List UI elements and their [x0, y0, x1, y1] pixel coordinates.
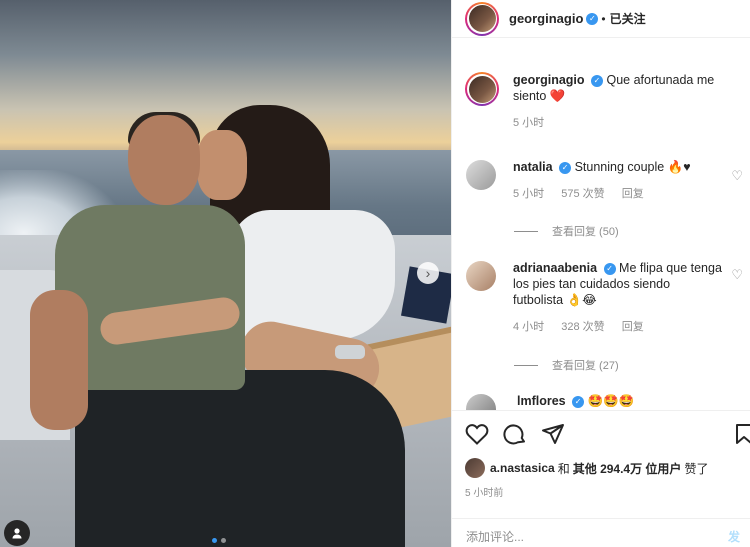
- add-comment-input[interactable]: 添加评论...: [466, 528, 524, 545]
- comment-text: 🤩🤩🤩: [587, 394, 635, 408]
- caption-meta: 5 小时: [513, 114, 723, 130]
- add-comment-bar: 添加评论... 发布: [452, 518, 750, 547]
- story-ring[interactable]: [465, 1, 499, 36]
- post-photo[interactable]: ›: [0, 0, 451, 547]
- post-comment-button[interactable]: 发布: [728, 528, 750, 547]
- verified-icon: ✓: [572, 395, 585, 408]
- next-arrow-icon[interactable]: ›: [417, 262, 439, 284]
- carousel-dot: [221, 538, 226, 543]
- comment-avatar[interactable]: [465, 393, 497, 410]
- comment-username[interactable]: natalia: [513, 160, 553, 174]
- comment-like-heart-icon[interactable]: ♡: [731, 168, 743, 184]
- avatar-inner: [467, 74, 497, 104]
- verified-icon: ✓: [559, 161, 572, 174]
- post-sidebar: georginagio ✓ • 已关注 georginagio ✓ Que af…: [451, 0, 750, 547]
- comment-likes[interactable]: 575 次赞: [561, 188, 604, 200]
- action-icons: [465, 423, 565, 445]
- post-header: georginagio ✓ • 已关注: [452, 0, 750, 38]
- comment: adrianaabenia ✓ Me flipa que tenga los p…: [465, 260, 723, 334]
- follow-status-button[interactable]: 已关注: [610, 10, 646, 27]
- photo-man-legs: [75, 370, 405, 547]
- comment-text-block: lmflores ✓ 🤩🤩🤩: [517, 393, 727, 409]
- caption-time: 5 小时: [513, 117, 545, 129]
- likes-others[interactable]: 其他 294.4万 位用户: [573, 460, 682, 477]
- likes-liked: 赞了: [684, 461, 709, 476]
- replies-line: [514, 230, 538, 232]
- photo-woman-face: [197, 130, 247, 200]
- view-replies[interactable]: 查看回复 (27): [514, 357, 619, 373]
- photo-watch: [335, 345, 365, 359]
- comment: lmflores ✓ 🤩🤩🤩: [465, 393, 727, 410]
- replies-line: [514, 364, 538, 366]
- heart-icon[interactable]: [465, 423, 489, 445]
- likes-summary[interactable]: a.nastasica 和 其他 294.4万 位用户 赞了: [465, 458, 708, 478]
- reply-button[interactable]: 回复: [622, 321, 644, 333]
- verified-icon: ✓: [603, 262, 616, 275]
- comment-like-heart-icon[interactable]: ♡: [731, 267, 743, 283]
- comment-avatar[interactable]: [465, 159, 497, 191]
- caption: georginagio ✓ Que afortunada me siento ❤…: [465, 72, 723, 130]
- comment-username[interactable]: lmflores: [517, 394, 566, 408]
- bookmark-icon[interactable]: [735, 423, 750, 450]
- photo-woman-dress: [230, 210, 395, 340]
- comment-text-block: adrianaabenia ✓ Me flipa que tenga los p…: [513, 260, 723, 308]
- separator: •: [601, 11, 606, 26]
- comment-meta: 4 小时 328 次赞 回复: [513, 318, 723, 334]
- liker-avatar[interactable]: [465, 458, 485, 478]
- comment-icon[interactable]: [503, 423, 527, 445]
- liker-username[interactable]: a.nastasica: [490, 461, 555, 475]
- caption-avatar[interactable]: [465, 72, 499, 106]
- heart-emoji: ❤️: [549, 89, 566, 103]
- comment-time: 5 小时: [513, 188, 545, 200]
- verified-icon: ✓: [586, 12, 599, 25]
- carousel-dot-active: [212, 538, 217, 543]
- comment-avatar[interactable]: [465, 260, 497, 292]
- tag-user-icon[interactable]: [4, 520, 30, 546]
- comment-time: 4 小时: [513, 321, 545, 333]
- comments-list[interactable]: georginagio ✓ Que afortunada me siento ❤…: [452, 60, 750, 410]
- comment-text: Stunning couple 🔥♥: [574, 160, 691, 174]
- actions-section: a.nastasica 和 其他 294.4万 位用户 赞了 5 小时前 添加评…: [452, 410, 750, 547]
- view-replies[interactable]: 查看回复 (50): [514, 223, 619, 239]
- likes-and: 和: [557, 461, 570, 476]
- verified-icon: ✓: [591, 74, 604, 87]
- caption-username[interactable]: georginagio: [513, 73, 585, 87]
- photo-man-arm: [30, 290, 88, 430]
- carousel-dots: [212, 538, 226, 543]
- view-replies-label: 查看回复 (27): [552, 360, 619, 372]
- comment: natalia ✓ Stunning couple 🔥♥ 5 小时 575 次赞…: [465, 159, 723, 201]
- reply-button[interactable]: 回复: [622, 188, 644, 200]
- photo-man-head: [128, 115, 200, 205]
- comment-username[interactable]: adrianaabenia: [513, 261, 597, 275]
- view-replies-label: 查看回复 (50): [552, 226, 619, 238]
- avatar: [467, 3, 497, 34]
- share-icon[interactable]: [541, 423, 565, 445]
- instagram-post-modal: › georginagio ✓ • 已关注 georginagio ✓ Que …: [0, 0, 750, 547]
- header-username[interactable]: georginagio: [509, 11, 583, 26]
- caption-text-block: georginagio ✓ Que afortunada me siento ❤…: [513, 72, 723, 104]
- comment-meta: 5 小时 575 次赞 回复: [513, 185, 723, 201]
- post-timestamp[interactable]: 5 小时前: [465, 484, 503, 499]
- comment-text-block: natalia ✓ Stunning couple 🔥♥: [513, 159, 723, 175]
- comment-likes[interactable]: 328 次赞: [561, 321, 604, 333]
